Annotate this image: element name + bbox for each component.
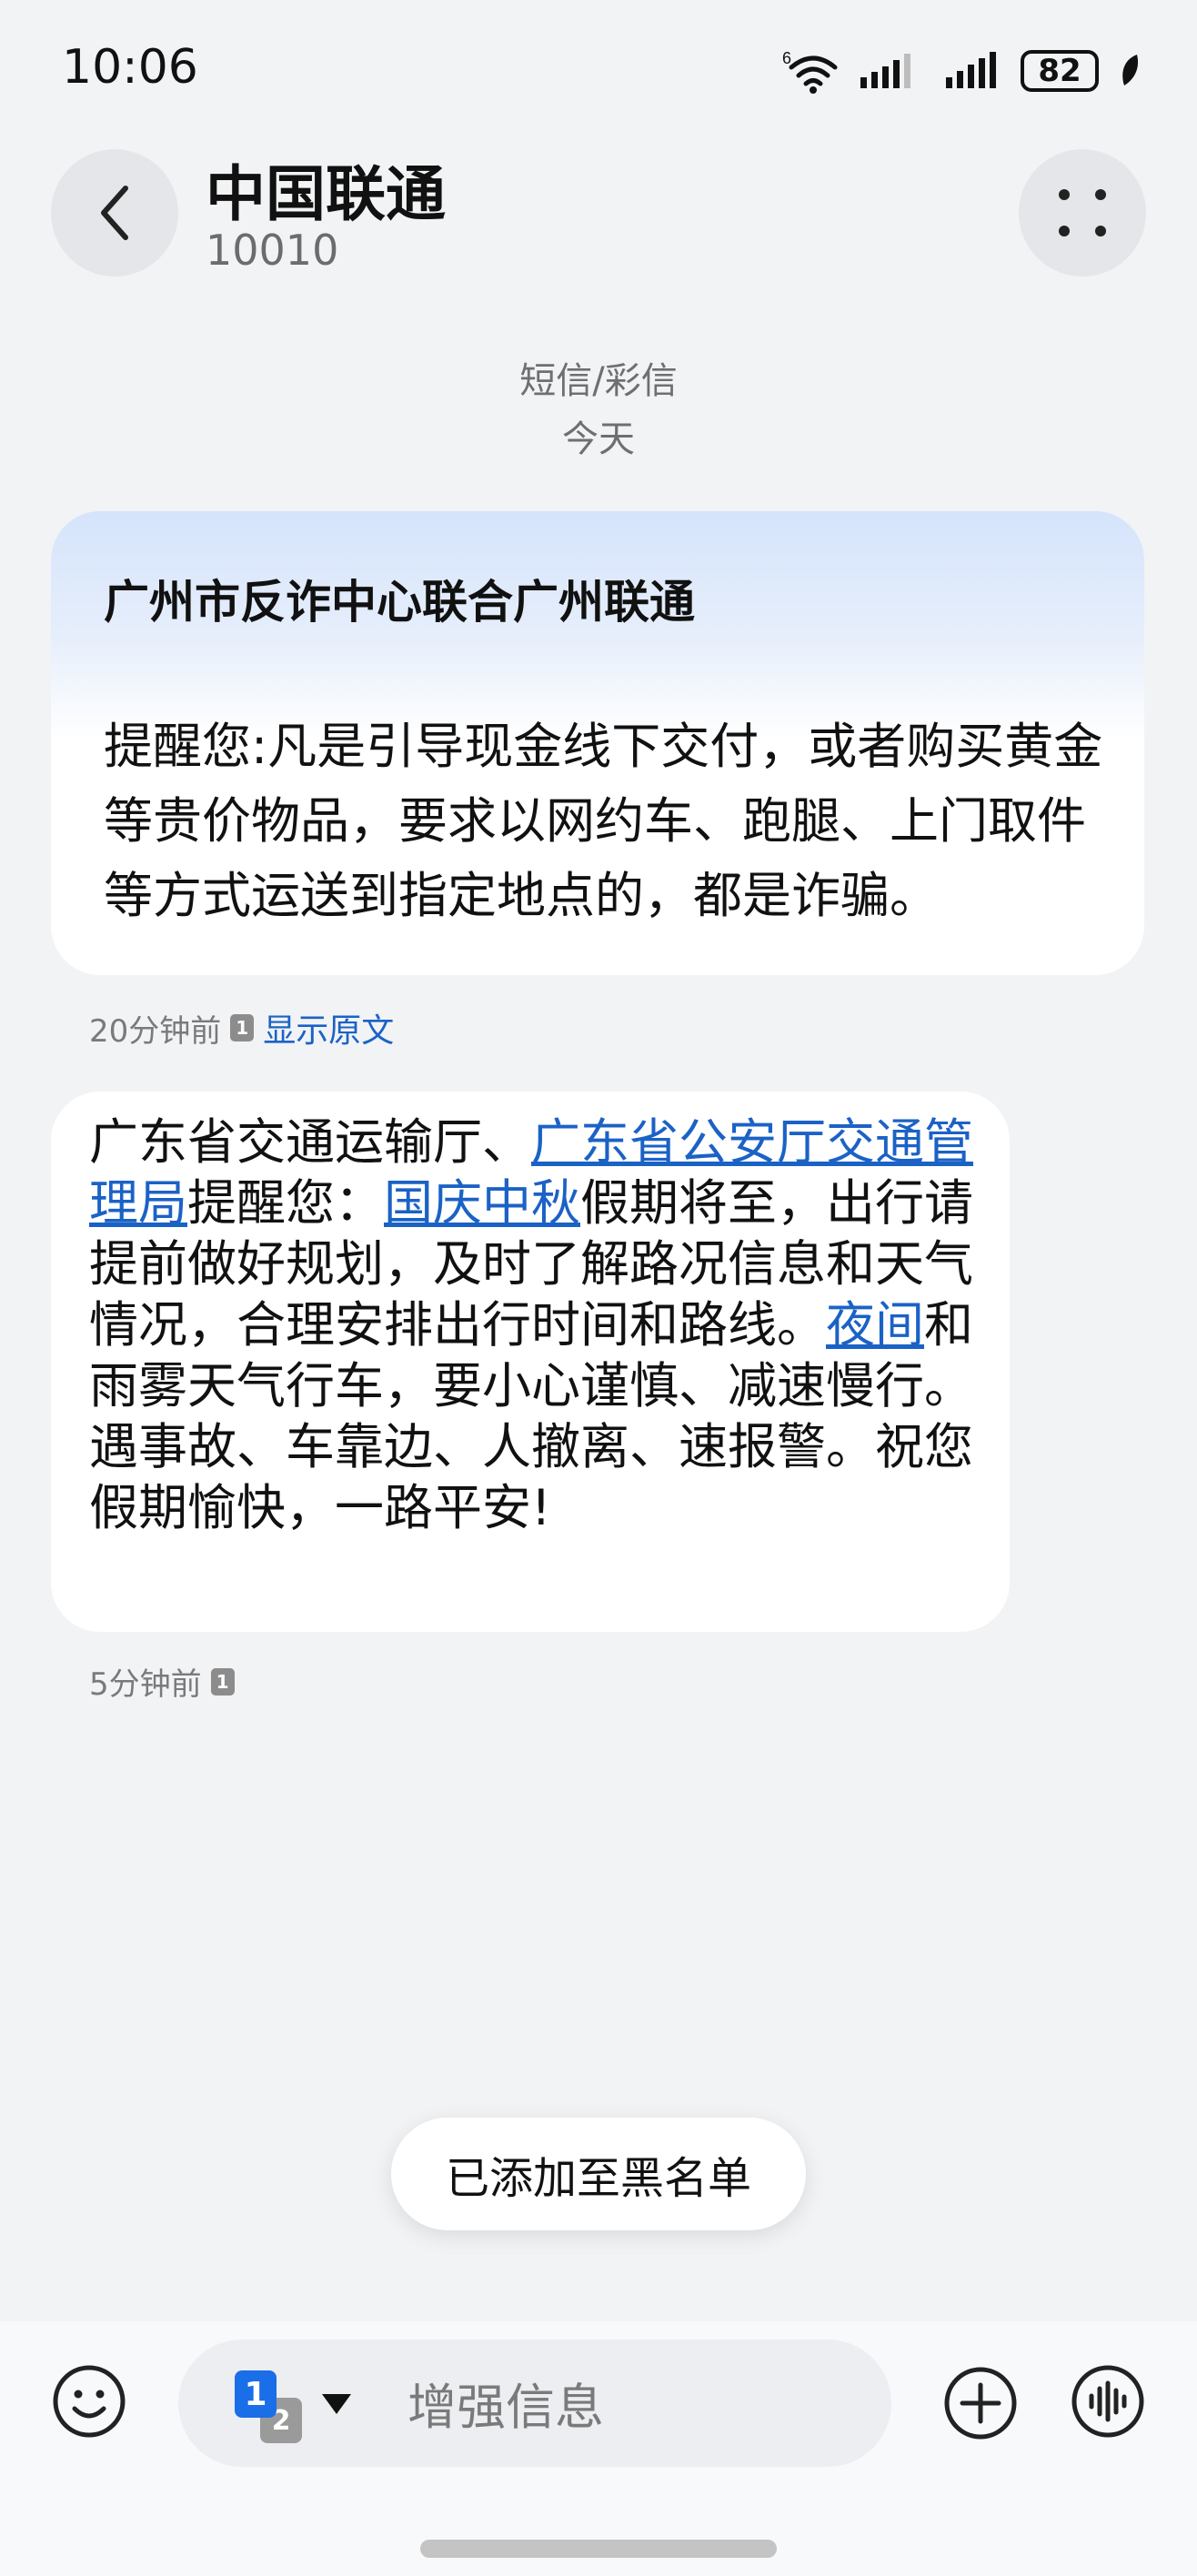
wifi-icon: 6 [782,49,838,94]
contact-name: 中国联通 [206,159,446,229]
message-bubble[interactable]: 广东省交通运输厅、广东省公安厅交通管理局提醒您：国庆中秋假期将至，出行请提前做好… [51,1092,1010,1632]
sim-one-badge: 1 [235,2370,277,2418]
voice-wave-icon[interactable] [1070,2363,1146,2440]
status-icons: 6 82 [782,44,1142,98]
chevron-left-icon [101,186,128,240]
back-button[interactable] [51,149,178,277]
signal-icon [946,52,996,88]
show-original-link[interactable]: 显示原文 [263,1004,394,1052]
message-text: 广东省交通运输厅、广东省公安厅交通管理局提醒您：国庆中秋假期将至，出行请提前做好… [89,1112,1008,1538]
link-holiday[interactable]: 国庆中秋 [384,1174,580,1232]
link-night[interactable]: 夜间 [826,1296,924,1353]
date-label: 今天 [562,418,635,460]
message-input[interactable] [407,2370,862,2443]
signal-icon [860,54,910,88]
battery-level: 82 [1038,53,1081,89]
battery-icon: 82 [1021,50,1099,92]
status-bar: 10:06 6 82 [0,0,1197,136]
message-time: 20分钟前 [89,1012,222,1050]
wifi-tag: 6 [782,49,791,67]
message-text-segment: 提醒您： [187,1174,384,1232]
message-meta: 20分钟前 1 显示原文 [89,1004,394,1052]
sim-badge-icon: 1 [230,1014,255,1041]
card-body: 提醒您:凡是引导现金线下交付，或者购买黄金等贵价物品，要求以网约车、跑腿、上门取… [104,718,1103,924]
more-button[interactable] [1019,149,1146,277]
toast-notification: 已添加至黑名单 [391,2118,806,2230]
home-indicator[interactable] [420,2540,777,2558]
emoji-icon[interactable] [51,2363,127,2440]
card-title: 广州市反诈中心联合广州联通 [104,576,695,629]
caret-down-icon[interactable] [320,2392,353,2416]
status-time: 10:06 [62,40,198,95]
plus-circle-icon[interactable] [942,2365,1019,2441]
message-meta: 5分钟前 1 [89,1659,235,1704]
sim-badge-icon: 1 [210,1667,235,1696]
contact-number: 10010 [206,226,339,275]
message-card[interactable]: 广州市反诈中心联合广州联通 提醒您:凡是引导现金线下交付，或者购买黄金等贵价物品… [51,511,1144,975]
message-text-segment: 广东省交通运输厅、 [89,1113,531,1171]
more-dots-icon [1059,189,1106,236]
channel-label: 短信/彩信 [519,360,678,402]
message-time: 5分钟前 [89,1666,202,1703]
sim-selector[interactable]: 2 1 [235,2370,307,2443]
leaf-icon [1122,55,1139,86]
